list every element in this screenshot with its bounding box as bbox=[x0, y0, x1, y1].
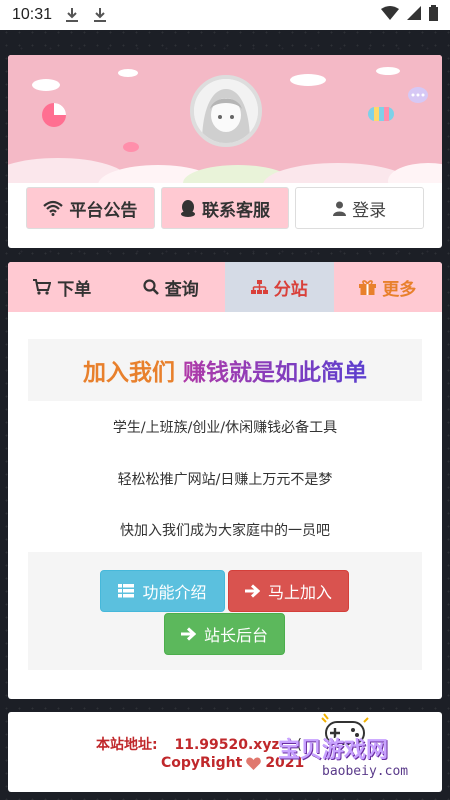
intro-line-1: 学生/上班族/创业/休闲赚钱必备工具 bbox=[112, 420, 338, 436]
tab-query[interactable]: 查询 bbox=[116, 262, 225, 312]
tab-query-label: 查询 bbox=[164, 279, 199, 300]
notice-label: 平台公告 bbox=[69, 200, 138, 221]
tab-order[interactable]: 下单 bbox=[8, 262, 117, 312]
main-card: 下单 查询 分站 更多 加入我们 赚钱就是如此简单 学生/上班族/创业/休闲赚钱… bbox=[8, 262, 442, 699]
notice-button[interactable]: 平台公告 bbox=[26, 187, 155, 229]
service-label: 联系客服 bbox=[202, 200, 270, 221]
cart-icon bbox=[33, 279, 52, 295]
join-label: 马上加入 bbox=[267, 583, 332, 602]
user-icon bbox=[333, 201, 347, 216]
features-button[interactable]: 功能介绍 bbox=[100, 570, 225, 612]
watermark-domain: baobeiy.com bbox=[322, 764, 409, 779]
tab-substation-label: 分站 bbox=[273, 279, 308, 300]
avatar[interactable] bbox=[190, 75, 262, 147]
hero-title-part1: 加入我们 bbox=[83, 360, 175, 386]
tab-more-label: 更多 bbox=[382, 279, 417, 300]
download-icon bbox=[66, 8, 79, 22]
tab-substation[interactable]: 分站 bbox=[225, 262, 334, 312]
battery-icon bbox=[429, 5, 438, 25]
watermark: 宝贝游戏网 baobeiy.com bbox=[270, 712, 450, 800]
features-label: 功能介绍 bbox=[142, 583, 207, 602]
tab-bar: 下单 查询 分站 更多 bbox=[8, 262, 442, 312]
intro-line-3: 快加入我们成为大家庭中的一员吧 bbox=[120, 523, 330, 539]
arrow-right-icon bbox=[180, 627, 196, 641]
login-label: 登录 bbox=[352, 200, 387, 221]
qq-icon bbox=[181, 200, 195, 217]
login-button[interactable]: 登录 bbox=[295, 187, 425, 229]
join-button[interactable]: 马上加入 bbox=[228, 570, 349, 612]
copyright-label: CopyRight bbox=[161, 755, 243, 771]
admin-button[interactable]: 站长后台 bbox=[164, 613, 285, 655]
header-card: 平台公告 联系客服 登录 bbox=[8, 55, 442, 248]
address-link[interactable]: 11.99520.xyz bbox=[174, 737, 279, 753]
arrow-right-icon bbox=[244, 584, 260, 598]
admin-label: 站长后台 bbox=[203, 626, 268, 645]
watermark-title: 宝贝游戏网 bbox=[278, 738, 389, 763]
hero-title: 加入我们 赚钱就是如此简单 bbox=[28, 339, 422, 401]
search-icon bbox=[143, 279, 159, 295]
status-bar: 10:31 bbox=[0, 0, 450, 30]
status-time: 10:31 bbox=[12, 6, 53, 23]
intro-line-2: 轻松松推广网站/日赚上万元不是梦 bbox=[117, 472, 333, 488]
heart-icon bbox=[246, 756, 262, 770]
wifi-icon bbox=[43, 200, 64, 216]
service-button[interactable]: 联系客服 bbox=[160, 187, 290, 229]
tab-order-label: 下单 bbox=[57, 279, 92, 300]
hero-title-part2: 赚钱就是如此简单 bbox=[183, 353, 367, 387]
address-label: 本站地址: bbox=[96, 737, 158, 753]
wifi-icon bbox=[381, 6, 399, 24]
tab-more[interactable]: 更多 bbox=[333, 262, 442, 312]
list-icon bbox=[118, 584, 135, 598]
download-icon bbox=[94, 8, 107, 22]
signal-icon bbox=[407, 6, 421, 24]
action-area: 功能介绍 马上加入 站长后台 bbox=[28, 552, 422, 670]
sitemap-icon bbox=[250, 279, 268, 294]
gift-icon bbox=[359, 280, 377, 295]
top-nav: 平台公告 联系客服 登录 bbox=[26, 187, 425, 229]
